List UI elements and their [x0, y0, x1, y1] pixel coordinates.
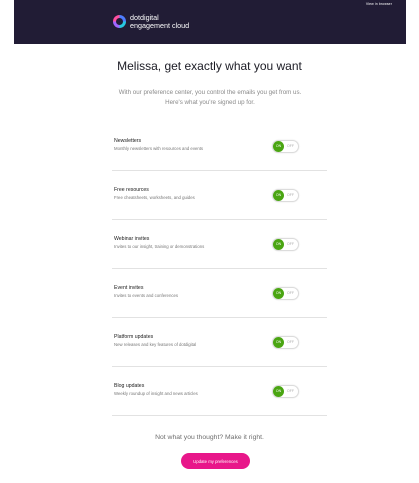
- blog-updates-toggle[interactable]: ON OFF: [272, 385, 299, 398]
- logo-icon: [113, 15, 126, 28]
- toggle-on-knob: ON: [273, 337, 284, 348]
- preference-list: Newsletters Monthly newsletters with res…: [112, 122, 327, 416]
- newsletters-toggle[interactable]: ON OFF: [272, 140, 299, 153]
- free-resources-toggle[interactable]: ON OFF: [272, 189, 299, 202]
- footer-text: Not what you thought? Make it right.: [155, 434, 264, 441]
- email-page: View in browser dotdigital engagement clo…: [0, 0, 419, 483]
- preference-row-event-invites: Event invites Invites to events and conf…: [112, 269, 327, 318]
- toggle-on-knob: ON: [273, 386, 284, 397]
- header-bar: View in browser dotdigital engagement clo…: [14, 0, 406, 44]
- intro-text: With our preference center, you control …: [118, 89, 302, 106]
- event-invites-toggle[interactable]: ON OFF: [272, 287, 299, 300]
- page-title: Melissa, get exactly what you want: [117, 59, 302, 73]
- toggle-on-knob: ON: [273, 190, 284, 201]
- brand-name: dotdigital engagement cloud: [130, 14, 189, 29]
- brand-line2: engagement cloud: [130, 20, 190, 30]
- preference-name: Event invites: [114, 285, 144, 291]
- preference-name: Webinar invites: [114, 236, 150, 242]
- preference-name: Platform updates: [114, 334, 154, 340]
- preference-row-newsletters: Newsletters Monthly newsletters with res…: [112, 122, 327, 171]
- preference-description: Invites to our insight, training or demo…: [114, 244, 205, 249]
- preference-description: Free cheatsheets, worksheets, and guides: [114, 195, 195, 200]
- preference-name: Newsletters: [114, 138, 142, 144]
- toggle-on-knob: ON: [273, 288, 284, 299]
- toggle-off-label: OFF: [287, 291, 294, 295]
- preference-name: Free resources: [114, 187, 149, 193]
- webinar-invites-toggle[interactable]: ON OFF: [272, 238, 299, 251]
- preference-name: Blog updates: [114, 383, 145, 389]
- preference-row-free-resources: Free resources Free cheatsheets, workshe…: [112, 171, 327, 220]
- toggle-off-label: OFF: [287, 193, 294, 197]
- view-in-browser-link[interactable]: View in browser: [366, 2, 392, 6]
- preference-row-webinar-invites: Webinar invites Invites to our insight, …: [112, 220, 327, 269]
- toggle-off-label: OFF: [287, 389, 294, 393]
- toggle-off-label: OFF: [287, 242, 294, 246]
- preference-row-blog-updates: Blog updates Weekly roundup of insight a…: [112, 367, 327, 416]
- preference-row-platform-updates: Platform updates New releases and key fe…: [112, 318, 327, 367]
- preference-description: Weekly roundup of insight and news artic…: [114, 391, 198, 396]
- toggle-off-label: OFF: [287, 144, 294, 148]
- preference-description: New releases and key features of dotdigi…: [114, 342, 197, 347]
- toggle-on-knob: ON: [273, 239, 284, 250]
- platform-updates-toggle[interactable]: ON OFF: [272, 336, 299, 349]
- toggle-off-label: OFF: [287, 340, 294, 344]
- preference-description: Monthly newsletters with resources and e…: [114, 146, 204, 151]
- preference-description: Invites to events and conferences: [114, 293, 179, 298]
- toggle-on-knob: ON: [273, 141, 284, 152]
- update-preferences-button[interactable]: Update my preferences: [181, 453, 250, 469]
